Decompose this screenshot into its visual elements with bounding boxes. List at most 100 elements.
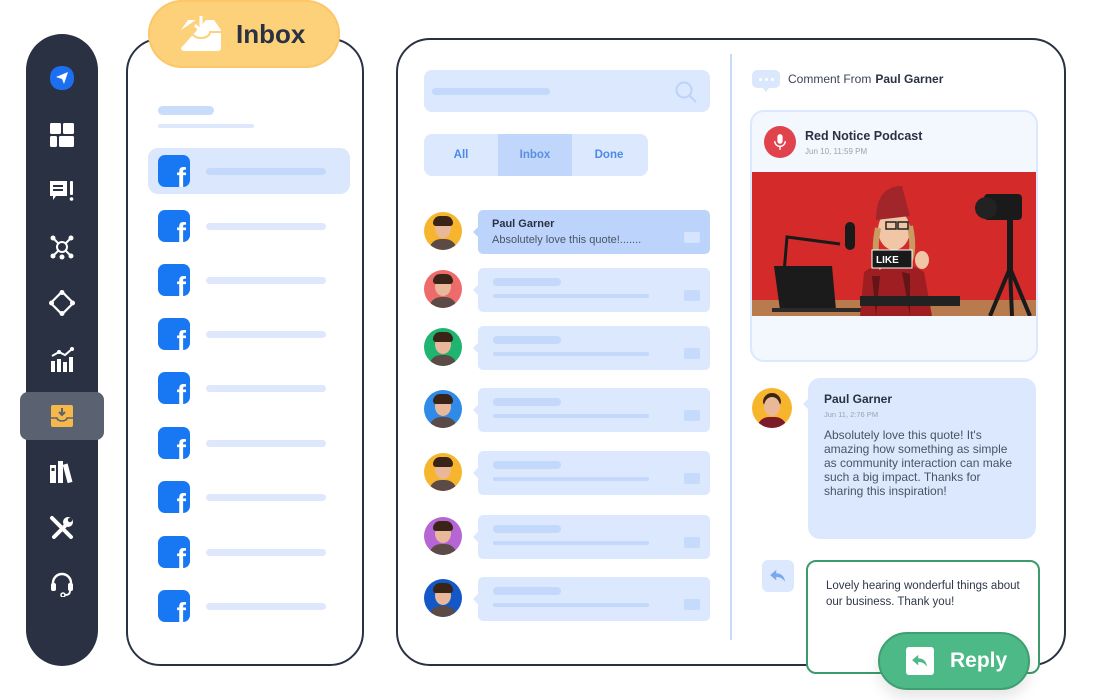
account-name-placeholder xyxy=(206,440,326,447)
comment-body: Absolutely love this quote! It's amazing… xyxy=(824,428,1013,498)
facebook-icon: f xyxy=(158,481,190,513)
search-placeholder-line xyxy=(432,88,550,95)
name-placeholder xyxy=(493,525,561,533)
name-placeholder xyxy=(493,587,561,595)
analytics-icon xyxy=(51,347,74,372)
comment-time: Jun 11, 2:76 PM xyxy=(824,410,879,419)
contact-avatar xyxy=(424,212,462,250)
conversation-bubble xyxy=(473,326,710,370)
conversation-bubble xyxy=(473,268,710,312)
conversation-item[interactable] xyxy=(424,515,710,559)
contact-avatar xyxy=(424,517,462,555)
message-icon xyxy=(684,348,700,359)
name-placeholder xyxy=(493,278,561,286)
contact-avatar xyxy=(424,390,462,428)
support-icon xyxy=(51,572,73,597)
conversation-name: Paul Garner xyxy=(492,218,555,230)
tab-done[interactable]: Done xyxy=(572,134,646,176)
conversation-bubble xyxy=(473,388,710,432)
account-item[interactable]: f xyxy=(148,311,350,357)
name-placeholder xyxy=(493,461,561,469)
comment-message: Paul Garner Jun 11, 2:76 PM Absolutely l… xyxy=(752,378,1040,540)
sidebar-item-library[interactable] xyxy=(26,450,98,494)
account-name-placeholder xyxy=(206,223,326,230)
inbox-filter-placeholder xyxy=(158,106,214,115)
account-item[interactable]: f xyxy=(148,257,350,303)
workflow-icon xyxy=(49,290,75,316)
preview-placeholder xyxy=(493,294,649,298)
post-image[interactable]: LIKE xyxy=(752,172,1036,316)
sidebar-item-dashboard[interactable] xyxy=(26,113,98,157)
reply-toggle-button[interactable] xyxy=(762,560,794,592)
sidebar-item-publish[interactable] xyxy=(26,56,98,100)
name-placeholder xyxy=(493,336,561,344)
sidebar-item-analytics[interactable] xyxy=(26,338,98,382)
account-name-placeholder xyxy=(206,277,326,284)
facebook-icon: f xyxy=(158,318,190,350)
preview-placeholder xyxy=(493,603,649,607)
search-icon[interactable] xyxy=(674,80,698,104)
preview-placeholder xyxy=(493,541,649,545)
account-item[interactable]: f xyxy=(148,583,350,629)
conversation-item[interactable] xyxy=(424,326,710,370)
post-card[interactable]: Red Notice Podcast Jun 10, 11:59 PM LIKE xyxy=(750,110,1038,362)
panel-divider xyxy=(730,54,732,640)
account-name-placeholder xyxy=(206,385,326,392)
sidebar-item-tools[interactable] xyxy=(26,506,98,550)
facebook-icon: f xyxy=(158,155,190,187)
conversation-item[interactable] xyxy=(424,577,710,621)
account-name-placeholder xyxy=(206,331,326,338)
sidebar-item-workflow[interactable] xyxy=(26,281,98,325)
inbox-filter-sub-placeholder xyxy=(158,124,254,128)
tab-all[interactable]: All xyxy=(424,134,498,176)
inbox-icon xyxy=(51,405,73,427)
post-title: Red Notice Podcast xyxy=(805,129,923,143)
account-item[interactable]: f xyxy=(148,365,350,411)
sidebar-item-feedback[interactable] xyxy=(26,169,98,213)
tab-inbox[interactable]: Inbox xyxy=(498,134,572,176)
facebook-icon: f xyxy=(158,372,190,404)
dashboard-icon xyxy=(50,123,74,147)
feedback-icon xyxy=(50,181,74,201)
contact-avatar xyxy=(424,270,462,308)
sidebar-item-connections[interactable] xyxy=(26,225,98,269)
account-name-placeholder xyxy=(206,494,326,501)
comment-bubble-icon xyxy=(752,70,780,92)
account-item[interactable]: f xyxy=(148,420,350,466)
like-sign-text: LIKE xyxy=(876,255,899,266)
send-icon xyxy=(50,66,74,90)
comment-from-label: Comment From xyxy=(788,72,872,86)
comment-author: Paul Garner xyxy=(824,392,893,406)
library-icon xyxy=(50,461,73,484)
conversation-item[interactable] xyxy=(424,268,710,312)
tools-icon xyxy=(50,516,73,539)
message-icon xyxy=(684,410,700,421)
facebook-icon: f xyxy=(158,264,190,296)
preview-placeholder xyxy=(493,477,649,481)
sidebar-item-inbox[interactable] xyxy=(20,392,104,440)
message-icon xyxy=(684,537,700,548)
reply-button-label: Reply xyxy=(950,649,1008,672)
conversation-item[interactable]: Paul Garner Absolutely love this quote!..… xyxy=(424,210,710,254)
comment-header: Comment From Paul Garner xyxy=(752,70,944,92)
sidebar-item-support[interactable] xyxy=(26,562,98,606)
post-time: Jun 10, 11:59 PM xyxy=(805,147,868,156)
account-item[interactable]: f xyxy=(148,474,350,520)
account-item[interactable]: f xyxy=(148,203,350,249)
account-item[interactable]: f xyxy=(148,529,350,575)
comment-from-author: Paul Garner xyxy=(875,72,944,86)
contact-avatar xyxy=(424,328,462,366)
inbox-title: Inbox xyxy=(236,18,306,49)
comment-bubble: Paul Garner Jun 11, 2:76 PM Absolutely l… xyxy=(803,378,1036,539)
facebook-icon: f xyxy=(158,536,190,568)
account-item[interactable]: f xyxy=(148,148,350,194)
conversation-item[interactable] xyxy=(424,388,710,432)
conversation-bubble xyxy=(473,577,710,621)
reply-arrow-icon xyxy=(770,569,785,583)
conversation-item[interactable] xyxy=(424,451,710,495)
name-placeholder xyxy=(493,398,561,406)
preview-placeholder xyxy=(493,414,649,418)
conversation-search-input[interactable] xyxy=(424,70,710,112)
reply-button[interactable]: Reply xyxy=(878,632,1030,690)
message-icon xyxy=(684,290,700,301)
